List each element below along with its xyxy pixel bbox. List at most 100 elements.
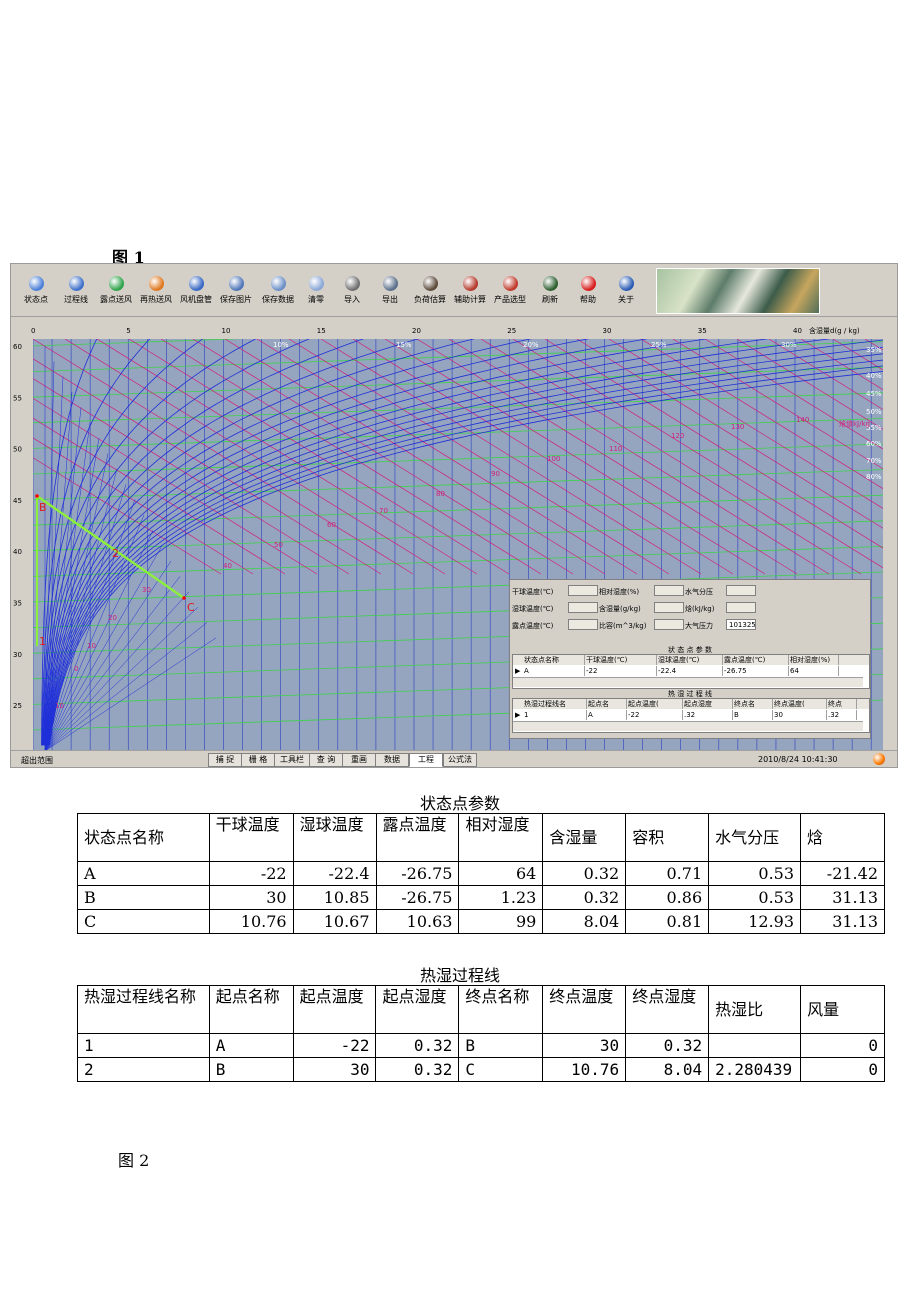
enthalpy-label: 20	[108, 614, 117, 622]
grid-header-cell: 干球温度(℃)	[585, 655, 657, 665]
grid-header-cell: 湿球温度(℃)	[657, 655, 723, 665]
rh-label: 30%	[781, 341, 797, 349]
grid-cell: A	[587, 710, 627, 720]
grid-scrollbar[interactable]	[513, 721, 863, 731]
toolbar-button-2[interactable]: 露点送风	[95, 276, 137, 316]
table-cell: -26.75	[375, 885, 460, 910]
toolbar-button-15[interactable]: 关于	[605, 276, 647, 316]
table-cell: 0.32	[542, 861, 627, 886]
globe-icon[interactable]	[873, 753, 885, 765]
grid-header-row: 热湿过程线名 起点名 起点温度(起点湿度 终点名 终点温度(终点	[513, 699, 869, 709]
field-input[interactable]	[568, 619, 598, 630]
table-cell: 31.13	[800, 885, 885, 910]
toolbar-button-10[interactable]: 负荷估算	[409, 276, 451, 316]
enthalpy-label: 30	[142, 586, 151, 594]
grid-cell: .32	[683, 710, 733, 720]
clear-icon	[308, 276, 324, 291]
state-point-icon	[28, 276, 44, 291]
grid-data-row[interactable]: 1 A -22.32 B 30.32 ▶	[513, 710, 869, 720]
status-tab[interactable]: 工程	[409, 753, 443, 767]
y-tick-label: 30	[13, 651, 22, 659]
status-tab[interactable]: 数据	[375, 753, 409, 767]
enthalpy-label: 0	[74, 665, 78, 673]
table-header-cell: 终点温度	[542, 985, 627, 1034]
rh-label: 40%	[866, 372, 882, 380]
table-cell: -26.75	[375, 861, 460, 886]
toolbar-button-1[interactable]: 过程线	[55, 276, 97, 316]
state-point-marker[interactable]	[182, 596, 186, 600]
toolbar-button-8[interactable]: 导入	[331, 276, 373, 316]
rh-label: 20%	[523, 341, 539, 349]
table-cell: A	[208, 1033, 294, 1058]
y-tick-label: 40	[13, 548, 22, 556]
table-cell: 0.32	[542, 885, 627, 910]
table-cell: 0.32	[375, 1057, 460, 1082]
toolbar-button-13[interactable]: 刷新	[529, 276, 571, 316]
status-tab[interactable]: 栅 格	[241, 753, 275, 767]
toolbar-button-9[interactable]: 导出	[369, 276, 411, 316]
toolbar-button-label: 导入	[344, 295, 360, 304]
rh-label: 80%	[866, 473, 882, 481]
table-cell: 0.53	[708, 885, 802, 910]
table-cell: 1.23	[458, 885, 544, 910]
table-header-cell: 干球温度	[208, 813, 294, 862]
grid-cell: A	[523, 666, 585, 676]
status-tab[interactable]: 公式法	[443, 753, 477, 767]
field-input[interactable]: 101325	[726, 619, 756, 630]
toolbar-button-14[interactable]: 帮助	[567, 276, 609, 316]
table-cell: C	[77, 909, 210, 934]
grid-cell: 1	[523, 710, 587, 720]
field-input[interactable]	[654, 602, 684, 613]
toolbar-button-4[interactable]: 风机盘管	[175, 276, 217, 316]
refresh-icon	[542, 276, 558, 291]
status-tab[interactable]: 工具栏	[274, 753, 310, 767]
grid-data-row[interactable]: A -22 -22.4 -26.75 64 ▶	[513, 666, 869, 676]
field-input[interactable]	[654, 619, 684, 630]
toolbar-button-5[interactable]: 保存图片	[215, 276, 257, 316]
state-point-marker[interactable]	[35, 494, 39, 498]
rh-label: 15%	[396, 341, 412, 349]
toolbar-button-11[interactable]: 辅助计算	[449, 276, 491, 316]
toolbar-button-label: 风机盘管	[180, 295, 212, 304]
table-cell: C	[458, 1057, 544, 1082]
toolbar-button-label: 过程线	[64, 295, 88, 304]
table-row: C 10.76 10.67 10.63 99 8.04 0.81 12.93 31.13	[77, 909, 885, 934]
state-point-label: 1	[39, 635, 46, 648]
toolbar-button-0[interactable]: 状态点	[15, 276, 57, 316]
table-cell: 30	[208, 885, 294, 910]
status-tab[interactable]: 捕 捉	[208, 753, 242, 767]
state-point-table: 状态点名称 干球温度 湿球温度 露点温度 相对湿度 含湿量 容积 水气分压焓 A -22 -22.…	[77, 813, 885, 934]
status-tab[interactable]: 查 询	[309, 753, 343, 767]
load-estimate-icon	[422, 276, 438, 291]
enthalpy-label: 120	[671, 432, 684, 440]
field-input[interactable]	[568, 585, 598, 596]
field-input[interactable]	[726, 585, 756, 596]
grid-scrollbar[interactable]	[513, 677, 863, 687]
toolbar-button-6[interactable]: 保存数据	[257, 276, 299, 316]
enthalpy-label: 10	[55, 702, 64, 710]
x-tick-label: 5	[126, 327, 130, 335]
table-cell: 30	[292, 1057, 377, 1082]
table-cell: A	[77, 861, 210, 886]
data-grid[interactable]: 热湿过程线名 起点名 起点温度(起点湿度 终点名 终点温度(终点 1 A -22.32 B 30.…	[512, 698, 870, 733]
status-datetime: 2010/8/24 10:41:30	[758, 755, 838, 764]
status-bar: 超出范围 捕 捉栅 格工具栏查 询重画 数据 工程 公式法 2010/8/24 10:…	[11, 750, 897, 767]
toolbar-button-3[interactable]: 再热送风	[135, 276, 177, 316]
fan-coil-icon	[188, 276, 204, 291]
field-input[interactable]	[568, 602, 598, 613]
table-cell: 0.53	[708, 861, 802, 886]
data-grid[interactable]: 状态点名称 干球温度(℃) 湿球温度(℃) 露点温度(℃) 相对湿度(%) A -22 -22…	[512, 654, 870, 689]
toolbar-button-12[interactable]: 产品选型	[489, 276, 531, 316]
product-select-icon	[502, 276, 518, 291]
grid-cell: .32	[827, 710, 857, 720]
table-cell: 0.32	[625, 1033, 710, 1058]
x-tick-label: 10	[222, 327, 231, 335]
import-icon	[344, 276, 360, 291]
field-input[interactable]	[726, 602, 756, 613]
table-cell: -22	[292, 1033, 377, 1058]
field-label: 干球温度(℃)	[512, 588, 554, 596]
grid-header-row: 状态点名称 干球温度(℃) 湿球温度(℃) 露点温度(℃) 相对湿度(%)	[513, 655, 869, 665]
field-input[interactable]	[654, 585, 684, 596]
table-cell: 10.76	[208, 909, 294, 934]
status-tab[interactable]: 重画	[342, 753, 376, 767]
